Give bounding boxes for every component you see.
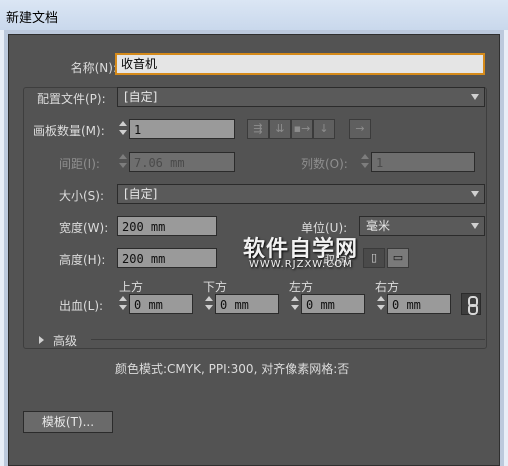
units-select-value: 毫米 [366,219,391,233]
artboards-stepper[interactable] [117,119,129,139]
window-title: 新建文档 [6,11,59,26]
spacing-label: 间距(I): [59,157,100,171]
right-arrow-icon[interactable]: → [349,119,371,139]
expand-triangle-icon[interactable] [39,336,44,344]
arrange-by-row-icon[interactable]: ▪→ [291,119,313,139]
chevron-down-icon [471,223,479,229]
columns-input: 1 [371,152,475,172]
dialog-panel: 名称(N): 收音机 配置文件(P): [自定] 画板数量(M): 1 ⇶ ⇊ … [8,34,500,466]
chevron-down-icon [471,94,479,100]
bleed-label: 出血(L): [59,299,104,313]
bleed-bottom-stepper[interactable] [203,294,215,314]
spacing-stepper [117,152,129,172]
bleed-top-input[interactable]: 0 mm [129,294,193,314]
stepper-up-icon[interactable] [377,296,385,301]
bleed-bottom-label: 下方 [203,280,228,294]
artboards-label: 画板数量(M): [33,124,105,138]
width-label: 宽度(W): [59,221,109,235]
bleed-top-stepper[interactable] [117,294,129,314]
advanced-label[interactable]: 高级 [53,332,77,349]
document-info-text: 颜色模式:CMYK, PPI:300, 对齐像素网格:否 [115,362,350,376]
watermark-url: WWW.RJZXW.COM [249,259,353,270]
bleed-right-stepper[interactable] [375,294,387,314]
portrait-icon[interactable]: ▯ [363,248,385,268]
grid-by-row-icon[interactable]: ⇶ [247,119,269,139]
advanced-divider [91,339,485,340]
height-input[interactable]: 200 mm [117,248,217,268]
stepper-down-icon[interactable] [119,130,127,135]
bleed-right-label: 右方 [375,280,400,294]
title-bar: 新建文档 [0,0,508,30]
spacing-input: 7.06 mm [129,152,235,172]
stepper-down-icon [119,163,127,168]
stepper-down-icon[interactable] [291,305,299,310]
size-label: 大小(S): [59,189,105,203]
columns-label: 列数(O): [301,157,348,171]
bleed-left-input[interactable]: 0 mm [301,294,365,314]
arrange-by-column-icon[interactable]: ↓ [313,119,335,139]
stepper-down-icon [361,163,369,168]
profile-label: 配置文件(P): [35,90,108,107]
bleed-left-label: 左方 [289,280,314,294]
stepper-up-icon[interactable] [291,296,299,301]
artboards-input[interactable]: 1 [129,119,235,139]
chevron-down-icon [471,191,479,197]
name-input[interactable]: 收音机 [115,53,485,75]
stepper-up-icon[interactable] [119,121,127,126]
stepper-up-icon[interactable] [205,296,213,301]
stepper-up-icon [119,154,127,159]
height-label: 高度(H): [59,253,106,267]
bleed-top-label: 上方 [119,280,144,294]
units-select[interactable]: 毫米 [359,216,485,236]
landscape-icon[interactable]: ▭ [387,248,409,268]
stepper-down-icon[interactable] [377,305,385,310]
profile-select-value: [自定] [124,90,158,104]
grid-by-column-icon[interactable]: ⇊ [269,119,291,139]
size-select-value: [自定] [124,187,158,201]
chain-link-icon[interactable] [461,293,481,315]
stepper-down-icon[interactable] [205,305,213,310]
name-label: 名称(N): [70,61,117,75]
size-select[interactable]: [自定] [117,184,485,204]
bleed-bottom-input[interactable]: 0 mm [215,294,279,314]
width-input[interactable]: 200 mm [117,216,217,236]
templates-button[interactable]: 模板(T)... [23,411,113,433]
bleed-right-input[interactable]: 0 mm [387,294,451,314]
stepper-down-icon[interactable] [119,305,127,310]
profile-select[interactable]: [自定] [117,87,485,107]
stepper-up-icon [361,154,369,159]
stepper-up-icon[interactable] [119,296,127,301]
bleed-left-stepper[interactable] [289,294,301,314]
columns-stepper [359,152,371,172]
